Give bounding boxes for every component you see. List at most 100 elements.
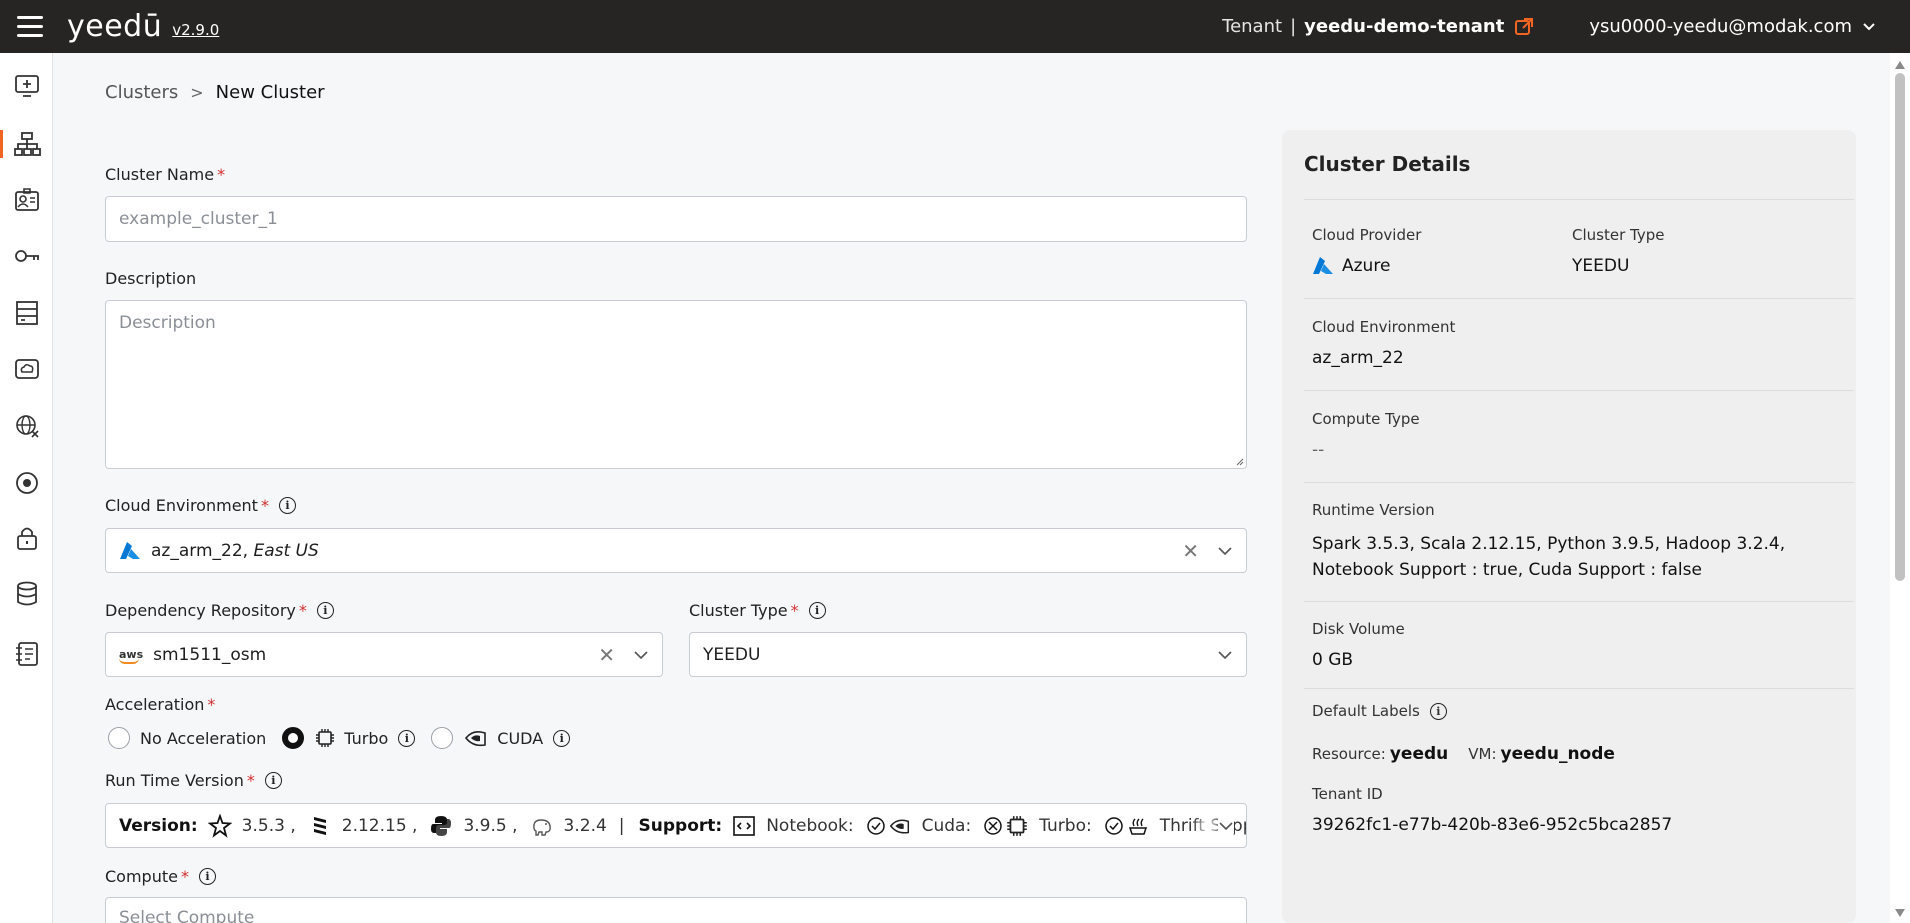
chevron-down-icon[interactable] [1217, 647, 1233, 663]
cloud-provider-text: Azure [1342, 256, 1391, 276]
cluster-type-detail-label: Cluster Type [1572, 226, 1665, 244]
hadoop-version: 3.2.4 [563, 815, 607, 836]
clear-icon[interactable]: ✕ [598, 643, 615, 667]
notebook-icon [15, 642, 38, 666]
key-icon [14, 250, 39, 262]
version-link[interactable]: v2.9.0 [172, 21, 219, 39]
cluster-name-input[interactable]: example_cluster_1 [105, 196, 1247, 242]
scroll-thumb[interactable] [1895, 73, 1905, 581]
python-icon [431, 815, 452, 836]
info-icon[interactable]: i [398, 729, 416, 747]
aws-logo-icon: aws [119, 648, 144, 664]
user-menu[interactable]: ysu0000-yeedu@modak.com [1589, 16, 1852, 37]
chevron-down-icon[interactable] [1217, 543, 1233, 559]
sidebar-item-security[interactable] [0, 518, 53, 558]
cluster-type-select[interactable]: YEEDU [689, 632, 1247, 677]
cloud-env-label-text: Cloud Environment [105, 496, 258, 515]
runtime-detail-label: Runtime Version [1312, 501, 1435, 519]
dep-repo-select[interactable]: aws sm1511_osm ✕ [105, 632, 663, 677]
cluster-type-value: YEEDU [703, 644, 761, 665]
info-icon[interactable]: i [808, 602, 826, 619]
nvidia-logo-icon [889, 819, 909, 834]
scroll-down-icon[interactable] [1895, 909, 1905, 917]
sidebar-item-storage[interactable] [0, 349, 53, 389]
sidebar-item-targets[interactable] [0, 463, 53, 503]
chevron-down-icon[interactable] [1218, 818, 1234, 834]
cluster-details-title: Cluster Details [1304, 152, 1471, 176]
compute-type-value: -- [1312, 440, 1325, 460]
hadoop-elephant-icon [532, 818, 551, 836]
radio-button[interactable] [108, 727, 130, 749]
sidebar-item-secrets[interactable] [0, 236, 53, 276]
breadcrumb-current: New Cluster [215, 82, 325, 103]
sidebar-item-network[interactable] [0, 406, 53, 446]
sidebar-item-machines[interactable] [0, 293, 53, 333]
required-mark: * [217, 165, 226, 184]
clear-icon[interactable]: ✕ [1182, 539, 1199, 563]
info-icon[interactable]: i [553, 729, 571, 747]
sidebar-item-workspaces[interactable] [0, 66, 53, 106]
compute-type-label: Compute Type [1312, 410, 1420, 428]
info-icon[interactable]: i [316, 602, 334, 619]
scroll-up-icon[interactable] [1895, 61, 1905, 69]
app-logo[interactable]: yeedū [67, 11, 162, 42]
cluster-name-label-text: Cluster Name [105, 165, 215, 184]
compute-select[interactable]: Select Compute [105, 897, 1247, 923]
sidebar-item-data[interactable] [0, 574, 53, 614]
page-scrollbar[interactable] [1890, 53, 1910, 923]
id-card-icon [14, 188, 39, 211]
sidebar-item-clusters[interactable] [0, 124, 53, 164]
tenant-separator: | [1290, 16, 1297, 37]
target-icon [15, 472, 38, 494]
radio-no-acceleration[interactable]: No Acceleration [108, 727, 266, 749]
description-textarea[interactable]: Description [105, 300, 1247, 469]
hamburger-menu-icon[interactable] [17, 9, 53, 45]
resize-handle-icon[interactable] [1234, 456, 1244, 466]
divider [1304, 298, 1854, 299]
runtime-separator: | [618, 815, 625, 836]
runtime-turbo: Turbo: [983, 814, 1092, 838]
spark-star-icon [207, 813, 232, 838]
radio-button-checked[interactable] [282, 727, 305, 749]
cloud-env-select[interactable]: az_arm_22, East US ✕ [105, 528, 1247, 573]
sidebar [0, 53, 53, 923]
required-mark: * [207, 695, 216, 714]
runtime-hadoop: 3.2.4 [530, 814, 607, 838]
runtime-notebook: Notebook: [732, 814, 854, 838]
info-icon[interactable]: i [278, 497, 296, 514]
info-icon[interactable]: i [1429, 702, 1447, 720]
required-mark: * [298, 601, 307, 620]
divider [1304, 601, 1854, 602]
cuda-support: Cuda: [921, 815, 972, 836]
runtime-version-label: Version: [119, 815, 198, 836]
description-label-text: Description [105, 269, 197, 288]
radio-turbo[interactable]: Turbo i [282, 727, 416, 749]
divider [1304, 482, 1854, 483]
radio-cuda[interactable]: CUDA i [431, 727, 571, 749]
chevron-down-icon[interactable] [1862, 20, 1876, 34]
radio-label: CUDA [497, 728, 544, 748]
cluster-name-label: Cluster Name * [105, 165, 225, 184]
chevron-down-icon[interactable] [633, 647, 649, 663]
sidebar-item-notebooks[interactable] [0, 634, 53, 674]
default-labels-text: Default Labels [1312, 702, 1420, 720]
cloud-env-detail-label: Cloud Environment [1312, 318, 1456, 336]
description-label: Description [105, 269, 196, 288]
info-icon[interactable]: i [264, 772, 282, 789]
cloud-env-detail-value: az_arm_22 [1312, 348, 1404, 368]
cluster-type-detail-value: YEEDU [1572, 256, 1630, 276]
compute-label-text: Compute [105, 867, 178, 886]
breadcrumb-clusters[interactable]: Clusters [105, 82, 178, 103]
radio-button[interactable] [431, 727, 454, 749]
description-placeholder: Description [119, 313, 216, 333]
server-rack-icon [15, 301, 38, 325]
runtime-label-text: Run Time Version [105, 771, 244, 790]
sidebar-item-profiles[interactable] [0, 180, 53, 220]
breadcrumb: Clusters > New Cluster [105, 82, 325, 103]
nvidia-logo-icon [465, 731, 487, 747]
runtime-version-select[interactable]: Version: 3.5.3 , 2.12.15 , 3.9.5 , 3.2.4… [105, 803, 1247, 848]
external-link-icon[interactable] [1514, 17, 1534, 37]
runtime-scala: 2.12.15 , [308, 814, 417, 838]
runtime-cuda: Cuda: [866, 814, 972, 838]
info-icon[interactable]: i [198, 868, 216, 885]
